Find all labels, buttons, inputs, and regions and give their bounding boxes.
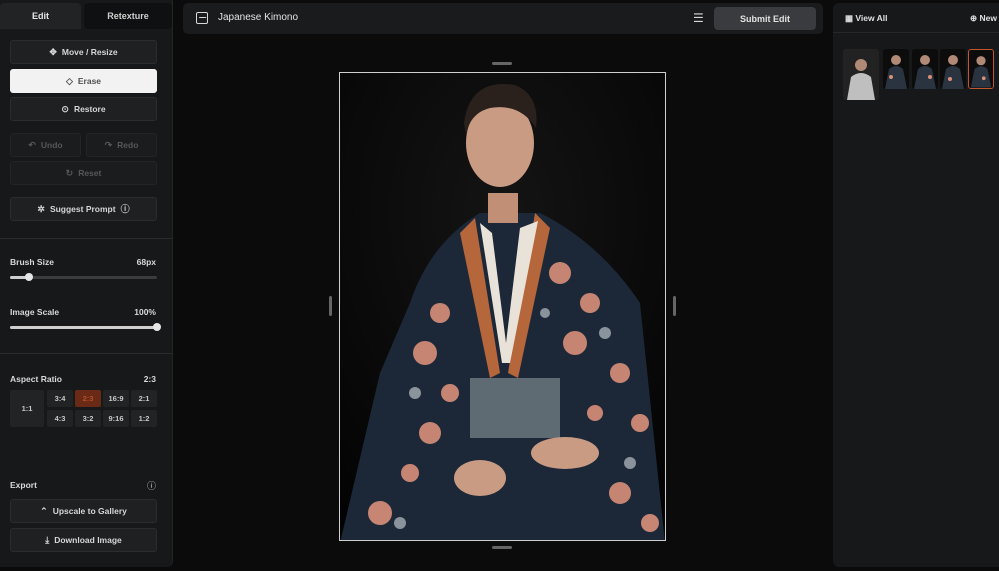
resize-handle-top[interactable] — [492, 62, 512, 65]
image-scale-label: Image Scale — [10, 307, 60, 317]
double-chevron-up-icon: ⌃ — [40, 505, 48, 516]
thumbnail-image — [843, 49, 879, 100]
divider — [0, 238, 173, 239]
restore-button[interactable]: ⊙ Restore — [10, 97, 157, 121]
gallery-header: ▦ View All ⊕ New — [833, 3, 999, 33]
redo-button[interactable]: ↷ Redo — [86, 133, 157, 157]
aspect-option[interactable]: 3:4 — [47, 390, 73, 407]
erase-button[interactable]: ◇ Erase — [10, 69, 157, 93]
aspect-option[interactable]: 4:3 — [47, 410, 73, 427]
undo-icon: ↶ — [28, 139, 36, 150]
aspect-option[interactable]: 3:2 — [75, 410, 101, 427]
eraser-icon: ◇ — [65, 75, 73, 86]
brush-size-label: Brush Size — [10, 257, 54, 267]
export-label: Export — [10, 480, 37, 490]
new-label: New — [979, 13, 997, 23]
restore-label: Restore — [73, 104, 106, 114]
aspect-option[interactable]: 16:9 — [103, 390, 129, 407]
gallery-thumbnail[interactable] — [912, 49, 938, 89]
move-icon: ✥ — [49, 46, 57, 57]
right-panel: ▦ View All ⊕ New — [833, 3, 999, 567]
aspect-option[interactable]: 9:16 — [103, 410, 129, 427]
suggest-prompt-label: Suggest Prompt — [49, 204, 116, 214]
thumbnail-image — [883, 49, 909, 89]
restore-icon: ⊙ — [61, 103, 69, 114]
redo-icon: ↷ — [104, 139, 113, 150]
brush-size-value: 68px — [136, 257, 156, 267]
download-label: Download Image — [54, 535, 122, 545]
tab-retexture[interactable]: Retexture — [84, 3, 172, 29]
tab-edit[interactable]: Edit — [0, 3, 81, 29]
view-all-label: View All — [855, 13, 888, 23]
reset-button[interactable]: ↻ Reset — [10, 161, 157, 185]
portrait-image — [340, 73, 665, 540]
thumbnail-image — [940, 49, 966, 89]
reset-icon: ↻ — [65, 167, 74, 178]
grid-icon: ▦ — [845, 13, 854, 23]
help-icon: ⓘ — [120, 203, 130, 214]
aspect-option[interactable]: 2:3 — [75, 390, 101, 407]
editor-header: Japanese Kimono ☰ Submit Edit — [183, 3, 823, 34]
upscale-button[interactable]: ⌃ Upscale to Gallery — [10, 499, 157, 523]
page-title: Japanese Kimono — [218, 12, 299, 23]
aspect-option[interactable]: 1:2 — [131, 410, 157, 427]
gallery-thumbnail[interactable] — [940, 49, 966, 89]
aspect-option[interactable]: 1:1 — [10, 390, 44, 427]
edit-tabs: Edit Retexture — [0, 0, 173, 32]
resize-handle-left[interactable] — [329, 296, 332, 316]
image-scale-fill — [10, 326, 157, 329]
brush-size-knob[interactable] — [25, 273, 34, 281]
upscale-label: Upscale to Gallery — [52, 506, 127, 516]
undo-button[interactable]: ↶ Undo — [10, 133, 81, 157]
download-button[interactable]: ⤓ Download Image — [10, 528, 157, 552]
thumbnail-image — [912, 49, 938, 89]
divider — [0, 353, 173, 354]
image-icon — [196, 12, 208, 24]
image-canvas[interactable] — [339, 72, 666, 541]
new-button[interactable]: ⊕ New — [970, 13, 997, 24]
aspect-ratio-label: Aspect Ratio — [10, 374, 62, 384]
resize-handle-bottom[interactable] — [492, 546, 512, 549]
download-icon: ⤓ — [45, 534, 50, 545]
submit-edit-button[interactable]: Submit Edit — [714, 7, 816, 30]
left-panel: Edit Retexture ✥ Move / Resize ◇ Erase ⊙… — [0, 0, 173, 567]
undo-label: Undo — [40, 140, 63, 150]
image-scale-value: 100% — [134, 307, 156, 317]
view-all-link[interactable]: ▦ View All — [845, 13, 888, 24]
brush-size-slider[interactable] — [10, 273, 157, 281]
gallery-thumbnail-selected[interactable] — [968, 49, 994, 89]
sparkle-icon: ✲ — [37, 203, 45, 214]
image-scale-slider[interactable] — [10, 323, 161, 331]
erase-label: Erase — [77, 76, 102, 86]
gallery-thumbnail[interactable] — [883, 49, 909, 89]
move-resize-button[interactable]: ✥ Move / Resize — [10, 40, 157, 64]
aspect-ratio-value: 2:3 — [143, 374, 156, 384]
plus-circle-icon: ⊕ — [970, 13, 978, 23]
gallery-thumbnail[interactable] — [843, 49, 879, 100]
settings-sliders-icon[interactable]: ☰ — [693, 11, 704, 25]
image-scale-knob[interactable] — [153, 323, 161, 331]
aspect-ratio-grid: 1:1 3:4 2:3 16:9 2:1 4:3 3:2 9:16 1:2 — [10, 390, 157, 427]
redo-label: Redo — [117, 140, 139, 150]
suggest-prompt-button[interactable]: ✲ Suggest Prompt ⓘ — [10, 197, 157, 221]
aspect-option[interactable]: 2:1 — [131, 390, 157, 407]
thumbnail-image — [969, 50, 993, 88]
export-help-icon[interactable]: ⓘ — [147, 479, 156, 492]
reset-label: Reset — [78, 168, 102, 178]
resize-handle-right[interactable] — [673, 296, 676, 316]
move-resize-label: Move / Resize — [61, 47, 118, 57]
